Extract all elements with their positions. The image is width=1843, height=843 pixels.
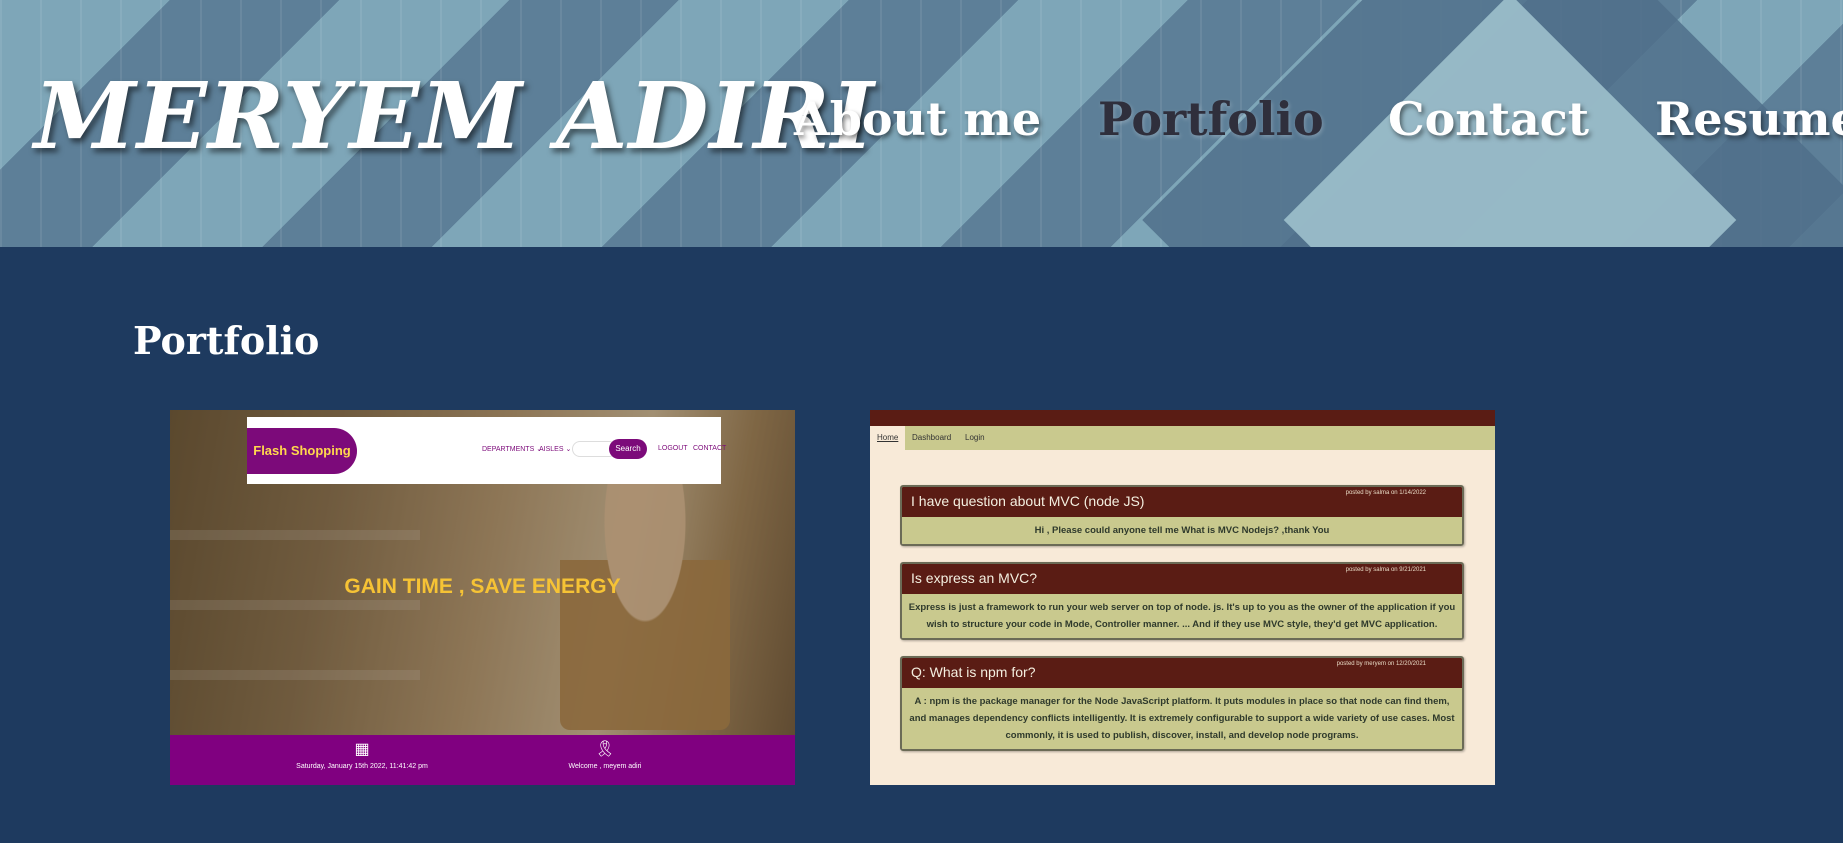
- forum-post-title: Q: What is npm for?: [911, 664, 1036, 680]
- nav-portfolio[interactable]: Portfolio: [1098, 92, 1324, 146]
- shop-link-contact: CONTACT: [693, 445, 727, 452]
- nav-about-me[interactable]: About me: [794, 92, 1041, 146]
- shop-footer-date: ▦ Saturday, January 15th 2022, 11:41:42 …: [232, 739, 492, 770]
- ribbon-icon: 🎗: [594, 741, 616, 758]
- forum-navbar: Home Dashboard Login: [870, 426, 1495, 450]
- forum-post-body: Hi , Please could anyone tell me What is…: [902, 517, 1462, 544]
- shop-brand-logo: Flash Shopping: [247, 428, 357, 474]
- forum-post: I have question about MVC (node JS) post…: [900, 485, 1464, 546]
- nav-resume[interactable]: Resume: [1655, 92, 1843, 146]
- section-title: Portfolio: [133, 318, 320, 363]
- project-card-forum[interactable]: Home Dashboard Login I have question abo…: [870, 410, 1495, 785]
- forum-nav-home: Home: [870, 426, 906, 450]
- shop-navbar: Flash Shopping DEPARTMENTS ⌄ AISLES ⌄ Se…: [247, 417, 726, 484]
- nav-contact[interactable]: Contact: [1388, 92, 1589, 146]
- site-header: MERYEM ADIRI About me Portfolio Contact …: [0, 0, 1843, 247]
- shop-search-button: Search: [609, 439, 647, 459]
- shop-footer-date-text: Saturday, January 15th 2022, 11:41:42 pm: [296, 763, 428, 770]
- forum-post-header: I have question about MVC (node JS) post…: [902, 487, 1462, 517]
- forum-topbar: [870, 410, 1495, 426]
- forum-nav-dashboard: Dashboard: [912, 433, 952, 442]
- site-name[interactable]: MERYEM ADIRI: [34, 62, 875, 170]
- forum-post-title: Is express an MVC?: [911, 570, 1038, 586]
- shop-footer-welcome: 🎗 Welcome , meyem adiri: [475, 739, 735, 770]
- project-card-flash-shopping[interactable]: Flash Shopping DEPARTMENTS ⌄ AISLES ⌄ Se…: [170, 410, 795, 785]
- forum-post-meta: posted by salma on 9/21/2021: [1345, 567, 1426, 573]
- forum-post-body: Express is just a framework to run your …: [902, 594, 1462, 638]
- calendar-icon: ▦: [354, 741, 370, 758]
- forum-post-meta: posted by meryem on 12/20/2021: [1336, 661, 1426, 667]
- forum-post-body: A : npm is the package manager for the N…: [902, 688, 1462, 749]
- forum-post-header: Is express an MVC? posted by salma on 9/…: [902, 564, 1462, 594]
- forum-nav-login: Login: [965, 433, 985, 442]
- shop-menu-aisles: AISLES ⌄: [539, 446, 572, 453]
- forum-post-title: I have question about MVC (node JS): [911, 493, 1145, 509]
- forum-post-header: Q: What is npm for? posted by meryem on …: [902, 658, 1462, 688]
- shop-hero-text: GAIN TIME , SAVE ENERGY: [344, 575, 621, 598]
- forum-post-meta: posted by salma on 1/14/2022: [1345, 490, 1426, 496]
- shop-menu-departments: DEPARTMENTS ⌄: [482, 446, 543, 453]
- forum-post: Is express an MVC? posted by salma on 9/…: [900, 562, 1464, 640]
- shop-footer-welcome-text: Welcome , meyem adiri: [568, 763, 642, 770]
- forum-post: Q: What is npm for? posted by meryem on …: [900, 656, 1464, 751]
- shop-footer: ▦ Saturday, January 15th 2022, 11:41:42 …: [170, 735, 795, 785]
- shop-link-logout: LOGOUT: [658, 445, 688, 452]
